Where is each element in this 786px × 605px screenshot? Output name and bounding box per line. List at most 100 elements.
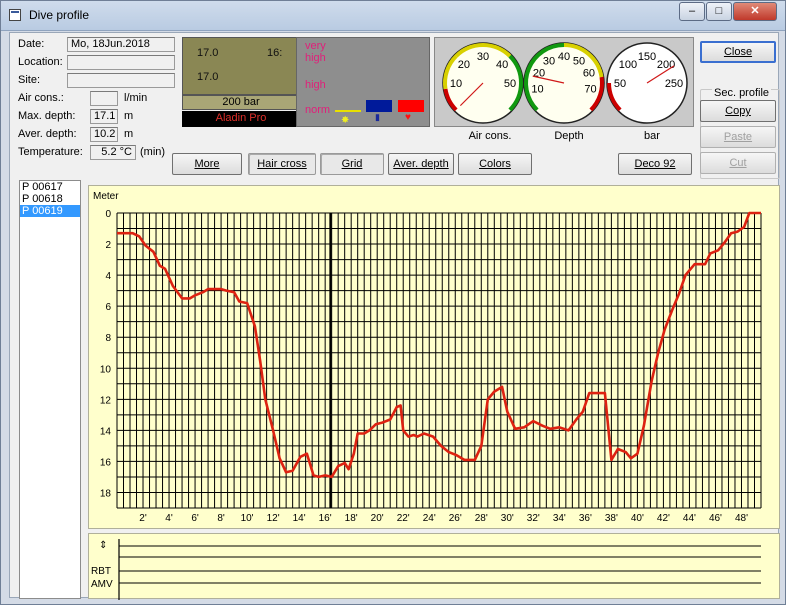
- air-cons-caption: Air cons.: [468, 130, 512, 142]
- warn-high: high: [305, 79, 326, 91]
- y-tick-label: 14: [100, 426, 112, 437]
- profile-item-1[interactable]: P 00618: [20, 193, 80, 205]
- blue-indicator: [366, 100, 392, 112]
- lcd-line1-right: 16:: [267, 47, 283, 59]
- x-tick-label: 6': [191, 513, 199, 524]
- gauges-panel: 10 20 30 40 50 10 20 30 40 50 60 70 50 100 150 200 250: [434, 37, 694, 127]
- client-area: Date: Mo, 18Jun.2018 Location: Site: Air…: [9, 32, 780, 600]
- x-tick-label: 34': [553, 513, 566, 524]
- gauge-tick-label: 200: [657, 59, 675, 71]
- lcd-line2-left: 17.0: [197, 71, 219, 83]
- x-tick-label: 32': [527, 513, 540, 524]
- gauge-tick-label: 70: [584, 83, 596, 95]
- x-tick-label: 10': [241, 513, 254, 524]
- lcd-pressure: 200 bar: [182, 95, 300, 110]
- x-tick-label: 12': [267, 513, 280, 524]
- warn-very-high: very high: [305, 40, 326, 64]
- x-tick-label: 42': [657, 513, 670, 524]
- close-window-button[interactable]: ✕: [733, 2, 777, 21]
- x-tick-label: 18': [345, 513, 358, 524]
- profile-list[interactable]: P 00617 P 00618 P 00619: [19, 180, 81, 599]
- gauge-tick-label: 50: [504, 78, 516, 90]
- air-cons-field: [90, 91, 118, 106]
- profile-item-2[interactable]: P 00619: [20, 205, 80, 217]
- rbt-label: RBT: [91, 566, 111, 577]
- depth-gauge: 102030 40 506070: [523, 42, 605, 124]
- aver-depth-unit: m: [124, 128, 134, 140]
- gauge-tick-label: 30: [477, 51, 489, 63]
- y-tick-label: 6: [105, 302, 111, 313]
- norm-indicator-line: [335, 110, 361, 112]
- gauge-tick-label: 10: [450, 78, 462, 90]
- dive-profile-chart[interactable]: Meter 0 2 4 6 8 10 12 14 16 18 2' 4' 6' 8' 10' 12' 14' 16'…: [88, 185, 780, 529]
- x-tick-label: 22': [397, 513, 410, 524]
- gauge-tick-label: 50: [614, 78, 626, 90]
- cut-button[interactable]: Cut: [700, 152, 776, 174]
- x-tick-label: 24': [423, 513, 436, 524]
- y-tick-label: 16: [100, 457, 112, 468]
- hair-cross-button[interactable]: Hair cross: [248, 153, 316, 175]
- x-tick-label: 40': [631, 513, 644, 524]
- gauge-tick-label: 10: [531, 83, 543, 95]
- x-tick-label: 20': [371, 513, 384, 524]
- gauge-tick-label: 20: [458, 59, 470, 71]
- location-label: Location:: [18, 56, 63, 68]
- gauge-tick-label: 30: [543, 56, 555, 68]
- computer-display: 17.0 16: 17.0: [182, 37, 300, 95]
- air-cons-label: Air cons.:: [18, 92, 64, 104]
- x-tick-label: 38': [605, 513, 618, 524]
- profile-item-0[interactable]: P 00617: [20, 181, 80, 193]
- sec-profile-title: Sec. profile: [712, 87, 772, 99]
- temperature-unit: (min): [140, 146, 166, 158]
- location-field[interactable]: [67, 55, 175, 70]
- dive-profile-line: [117, 211, 761, 479]
- minimize-button[interactable]: –: [679, 2, 705, 21]
- close-button[interactable]: Close: [700, 41, 776, 63]
- max-depth-label: Max. depth:: [18, 110, 76, 122]
- x-tick-label: 28': [475, 513, 488, 524]
- site-field[interactable]: [67, 73, 175, 88]
- copy-button[interactable]: Copy: [700, 100, 776, 122]
- x-tick-label: 30': [501, 513, 514, 524]
- max-depth-unit: m: [124, 110, 134, 122]
- grid-button[interactable]: Grid: [320, 153, 384, 175]
- colors-button[interactable]: Colors: [458, 153, 532, 175]
- gauge-tick-label: 40: [496, 59, 508, 71]
- gauge-tick-label: 250: [665, 78, 683, 90]
- chart-svg[interactable]: Meter 0 2 4 6 8 10 12 14 16 18 2' 4' 6' 8' 10' 12' 14' 16'…: [89, 186, 781, 530]
- more-button[interactable]: More: [172, 153, 242, 175]
- aver-depth-button[interactable]: Aver. depth: [388, 153, 454, 175]
- y-tick-label: 8: [105, 333, 111, 344]
- x-tick-label: 2': [139, 513, 147, 524]
- x-tick-label: 46': [709, 513, 722, 524]
- warning-panel: very high high norm ✸ ▮ ♥: [296, 37, 430, 127]
- y-tick-label: 18: [100, 488, 112, 499]
- x-tick-label: 36': [579, 513, 592, 524]
- maximize-button[interactable]: □: [706, 2, 732, 21]
- y-tick-label: 0: [105, 209, 111, 220]
- temperature-label: Temperature:: [18, 146, 83, 158]
- gauge-tick-label: 50: [573, 56, 585, 68]
- paste-button[interactable]: Paste: [700, 126, 776, 148]
- x-tick-label: 8': [217, 513, 225, 524]
- warn-norm: norm: [305, 104, 331, 116]
- amv-label: AMV: [91, 579, 113, 590]
- title-bar[interactable]: Dive profile – □ ✕: [1, 1, 785, 31]
- deco-button[interactable]: Deco 92: [618, 153, 692, 175]
- sun-icon: ✸: [341, 115, 350, 126]
- heart-icon: ♥: [405, 112, 411, 123]
- bottom-panel-svg: ⇕ RBT AMV: [91, 539, 761, 600]
- x-tick-label: 14': [293, 513, 306, 524]
- gauge-tick-label: 150: [638, 51, 656, 63]
- gauge-tick-label: 40: [558, 51, 570, 63]
- gauge-tick-label: 60: [583, 68, 595, 80]
- app-icon: [9, 9, 21, 21]
- gauge-tick-label: 100: [619, 59, 637, 71]
- bar-gauge: 50 100150200 250: [606, 42, 688, 124]
- window-title: Dive profile: [29, 8, 90, 22]
- temperature-field: 5.2 °C: [90, 145, 136, 160]
- site-label: Site:: [18, 74, 41, 86]
- lcd-line1-left: 17.0: [197, 47, 219, 59]
- arrows-up-down-icon: ⇕: [99, 540, 107, 551]
- y-tick-label: 2: [105, 240, 111, 251]
